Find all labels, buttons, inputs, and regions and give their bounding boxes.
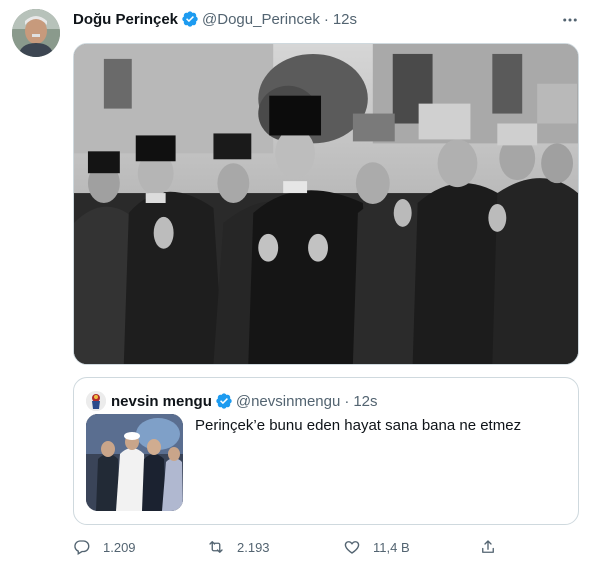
- quoted-author-name[interactable]: nevsin mengu: [111, 393, 212, 410]
- tweet-time[interactable]: 12s: [333, 11, 357, 28]
- heart-icon: [344, 541, 360, 554]
- share-button[interactable]: [479, 535, 497, 559]
- share-icon: [482, 540, 494, 553]
- quoted-tweet-photo[interactable]: [86, 414, 183, 511]
- tweet-actions: 1.209 2.193 11,4 B: [73, 535, 579, 559]
- retweet-icon: [209, 541, 223, 553]
- tweet-header: Doğu Perinçek @Dogu_Perincek · 12s: [73, 8, 357, 30]
- verified-badge-icon: [215, 392, 233, 410]
- like-button[interactable]: 11,4 B: [343, 535, 410, 559]
- quoted-tweet-time[interactable]: 12s: [353, 393, 377, 410]
- quoted-author-avatar[interactable]: [86, 391, 106, 411]
- quoted-tweet-header: nevsin mengu @nevsinmengu · 12s: [86, 390, 378, 412]
- retweet-count: 2.193: [237, 539, 270, 555]
- quoted-author-handle[interactable]: @nevsinmengu: [236, 393, 340, 410]
- author-name[interactable]: Doğu Perinçek: [73, 11, 178, 28]
- separator-dot: ·: [344, 392, 350, 410]
- verified-badge-icon: [181, 10, 199, 28]
- retweet-button[interactable]: 2.193: [207, 535, 270, 559]
- tweet: Doğu Perinçek @Dogu_Perincek · 12s nevsi…: [0, 0, 591, 573]
- quoted-tweet[interactable]: nevsin mengu @nevsinmengu · 12s Perinçek…: [73, 377, 579, 525]
- like-count: 11,4 B: [373, 539, 410, 555]
- reply-button[interactable]: 1.209: [73, 535, 136, 559]
- author-handle[interactable]: @Dogu_Perincek: [202, 11, 320, 28]
- author-avatar[interactable]: [12, 9, 60, 57]
- tweet-photo[interactable]: [73, 43, 579, 365]
- reply-count: 1.209: [103, 539, 136, 555]
- more-options-icon[interactable]: [558, 8, 582, 32]
- quoted-tweet-text: Perinçek’e bunu eden hayat sana bana ne …: [195, 417, 522, 434]
- separator-dot: ·: [323, 10, 329, 28]
- reply-icon: [74, 540, 90, 555]
